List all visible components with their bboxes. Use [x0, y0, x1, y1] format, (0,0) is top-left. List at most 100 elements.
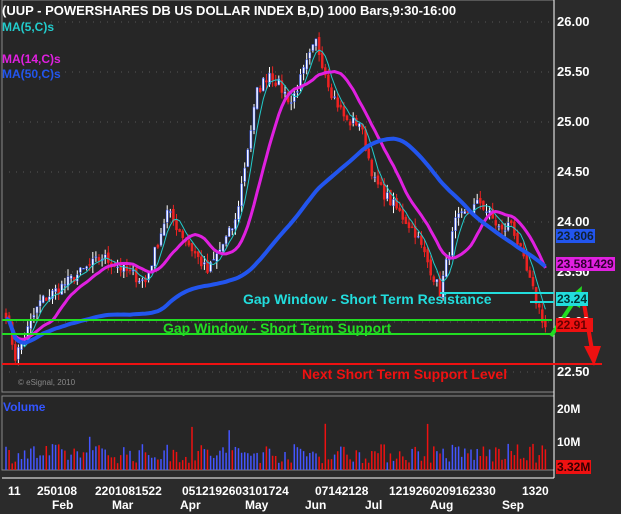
- candle: [432, 276, 436, 282]
- candle: [302, 67, 305, 74]
- y-tick-label: 25.50: [557, 64, 590, 79]
- x-day-label: 1320: [522, 484, 549, 498]
- candle: [451, 231, 454, 256]
- candle: [17, 347, 20, 360]
- candle: [141, 279, 144, 281]
- candle: [38, 300, 42, 307]
- vol-last-label: 3.32M: [556, 460, 592, 474]
- ma50-price-label: 23.806: [556, 229, 595, 243]
- candle: [544, 320, 547, 328]
- candle: [348, 121, 352, 126]
- candle: [494, 220, 498, 226]
- candle: [339, 104, 343, 108]
- stock-chart: (UUP - POWERSHARES DB US DOLLAR INDEX B,…: [0, 0, 621, 514]
- candle: [14, 344, 17, 361]
- candle: [537, 303, 541, 308]
- candle: [386, 192, 389, 200]
- legend-ma5: MA(5,C)s: [2, 20, 55, 34]
- x-month-label: May: [245, 498, 269, 512]
- candle: [172, 208, 175, 222]
- candle: [420, 235, 423, 245]
- vol-tick: 10M: [557, 435, 581, 449]
- ma14-price-label: 23.581429: [556, 257, 615, 271]
- next-support-label: Next Short Term Support Level: [302, 366, 508, 382]
- candle: [531, 277, 535, 287]
- candle: [165, 209, 169, 223]
- candle: [246, 149, 250, 167]
- candle: [382, 183, 386, 200]
- x-day-label: 250108: [37, 484, 78, 498]
- candle: [252, 106, 256, 131]
- copyright: © eSignal, 2010: [18, 378, 76, 387]
- x-month-label: Aug: [430, 498, 454, 512]
- candle: [265, 80, 268, 83]
- vol-tick: 20M: [557, 402, 581, 416]
- candle: [234, 219, 237, 230]
- candle: [358, 123, 361, 128]
- last-price-label: 22.91: [556, 318, 594, 332]
- candle: [345, 115, 349, 120]
- candle: [475, 199, 479, 204]
- candle: [159, 233, 163, 246]
- candle: [463, 211, 467, 215]
- candle: [243, 167, 246, 182]
- candle: [417, 236, 420, 238]
- candle: [497, 226, 501, 228]
- candle: [342, 106, 346, 117]
- candle: [262, 77, 265, 92]
- candle: [88, 264, 91, 266]
- candle: [398, 207, 401, 211]
- candle: [41, 295, 45, 303]
- candle: [79, 267, 82, 273]
- volume-label: Volume: [3, 400, 46, 414]
- candle: [128, 269, 132, 272]
- candle: [444, 259, 448, 277]
- candle: [376, 175, 380, 185]
- candle: [240, 183, 243, 207]
- candle: [224, 236, 228, 245]
- candle: [249, 130, 253, 149]
- candle: [289, 102, 293, 104]
- candle: [45, 297, 48, 301]
- candle: [525, 253, 529, 271]
- candle: [410, 226, 414, 229]
- candle: [308, 52, 312, 59]
- candle: [116, 266, 119, 269]
- y-tick-label: 25.00: [557, 114, 590, 129]
- candle: [500, 224, 504, 230]
- candle: [271, 73, 274, 81]
- candle: [156, 244, 160, 248]
- candle: [407, 222, 411, 229]
- y-tick-label: 24.00: [557, 214, 590, 229]
- resistance-price-label: 23.24: [556, 292, 589, 306]
- candle: [426, 249, 429, 263]
- candle: [69, 275, 73, 279]
- candle: [401, 208, 405, 220]
- candle: [190, 242, 194, 252]
- x-day-label: 1219260209162330: [389, 484, 496, 498]
- x-day-label: 2201081522: [95, 484, 162, 498]
- candle: [131, 270, 135, 272]
- candle: [255, 87, 259, 110]
- candle: [454, 217, 457, 232]
- y-tick-label: 22.50: [557, 364, 590, 379]
- candle: [404, 216, 408, 225]
- candle: [482, 200, 485, 210]
- candle: [85, 266, 88, 269]
- candle: [317, 37, 321, 55]
- candle: [296, 91, 299, 93]
- candle: [32, 314, 36, 318]
- candle: [379, 182, 383, 185]
- chart-canvas: [1, 0, 602, 479]
- candle: [320, 52, 324, 69]
- candle: [162, 223, 166, 236]
- candle: [138, 280, 141, 283]
- candle: [122, 264, 126, 272]
- x-month-label: Sep: [502, 498, 525, 512]
- candle: [169, 211, 172, 213]
- candle: [327, 74, 330, 88]
- candle: [435, 279, 439, 283]
- candle: [333, 96, 336, 98]
- candle: [212, 259, 215, 261]
- candle: [35, 306, 39, 314]
